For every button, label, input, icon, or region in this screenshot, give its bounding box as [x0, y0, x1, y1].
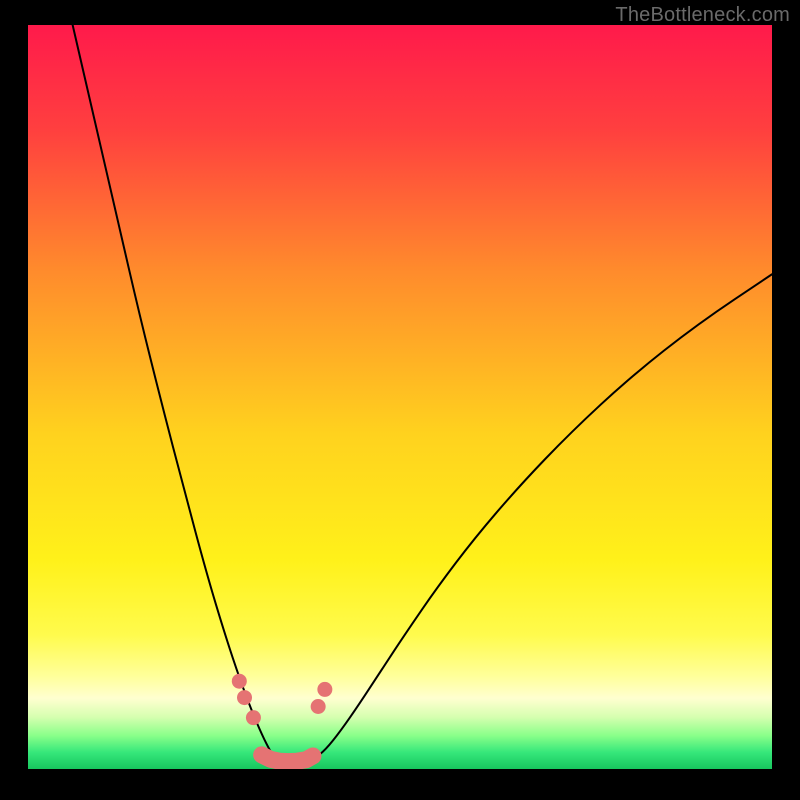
valley-dot-strip — [262, 755, 313, 762]
bottleneck-curve-plot — [28, 25, 772, 769]
watermark-text: TheBottleneck.com — [615, 4, 790, 27]
marker-right-1 — [317, 682, 332, 697]
marker-right-0 — [311, 699, 326, 714]
marker-left-1 — [237, 690, 252, 705]
chart-frame — [28, 25, 772, 769]
gradient-background — [28, 25, 772, 769]
marker-left-0 — [232, 674, 247, 689]
marker-left-2 — [246, 710, 261, 725]
